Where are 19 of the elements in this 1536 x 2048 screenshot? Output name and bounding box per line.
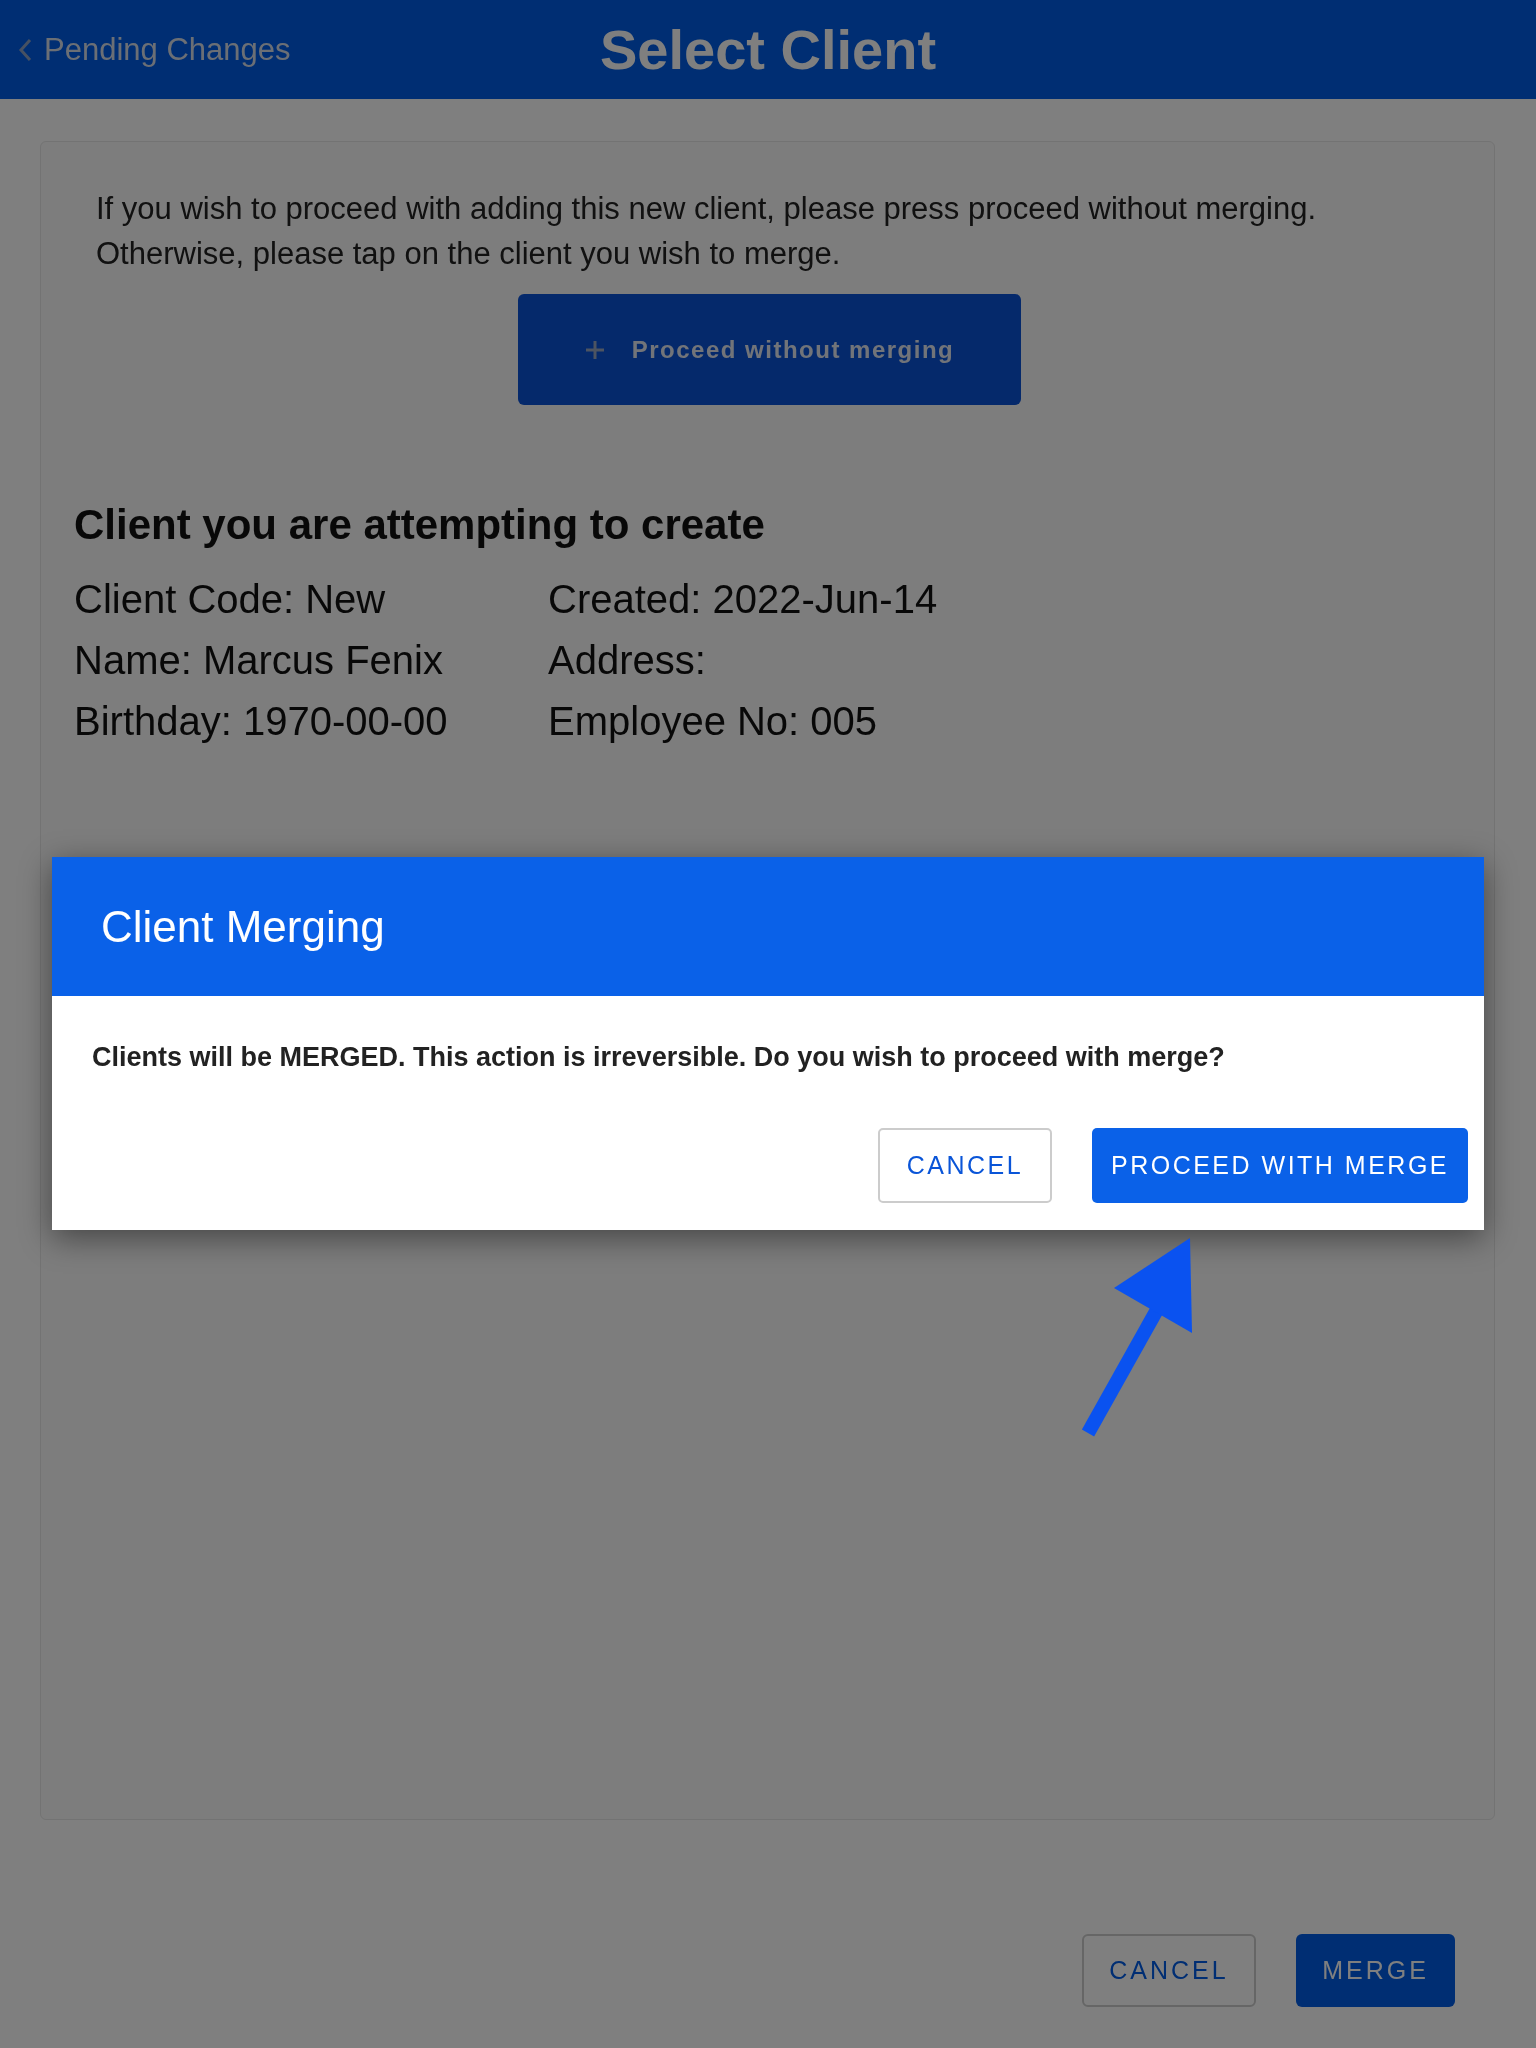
client-detail: Client Code: New	[74, 576, 387, 623]
proceed-button[interactable]: Proceed without merging	[517, 294, 1021, 405]
dialog-message: Clients will be MERGED. This action is irreversible. Do you wish to proceed with merge?	[92, 1042, 1226, 1073]
secondary-button[interactable]: CANCEL	[878, 1128, 1052, 1203]
client-detail: Address:	[548, 637, 707, 684]
client-detail: Name: Marcus Fenix	[74, 637, 444, 684]
client-detail: Birthday: 1970-00-00	[74, 698, 449, 745]
primary-button[interactable]: MERGE	[1296, 1934, 1455, 2007]
dialog-title: Client Merging	[101, 901, 385, 952]
back-icon	[16, 36, 34, 63]
primary-button[interactable]: PROCEED WITH MERGE	[1092, 1128, 1468, 1203]
client-detail: Created: 2022-Jun-14	[548, 576, 939, 623]
back-link[interactable]: Pending Changes	[16, 31, 291, 68]
section-heading: Client you are attempting to create	[74, 501, 766, 549]
client-detail: Employee No: 005	[548, 698, 879, 745]
instructions-text: If you wish to proceed with adding this new client, please press proceed without merging. Otherwise, please tap on the client you wish to merge.	[96, 190, 1317, 273]
secondary-button[interactable]: CANCEL	[1082, 1934, 1256, 2007]
screen-title: Select Client	[599, 17, 937, 82]
plus-icon	[583, 338, 606, 361]
